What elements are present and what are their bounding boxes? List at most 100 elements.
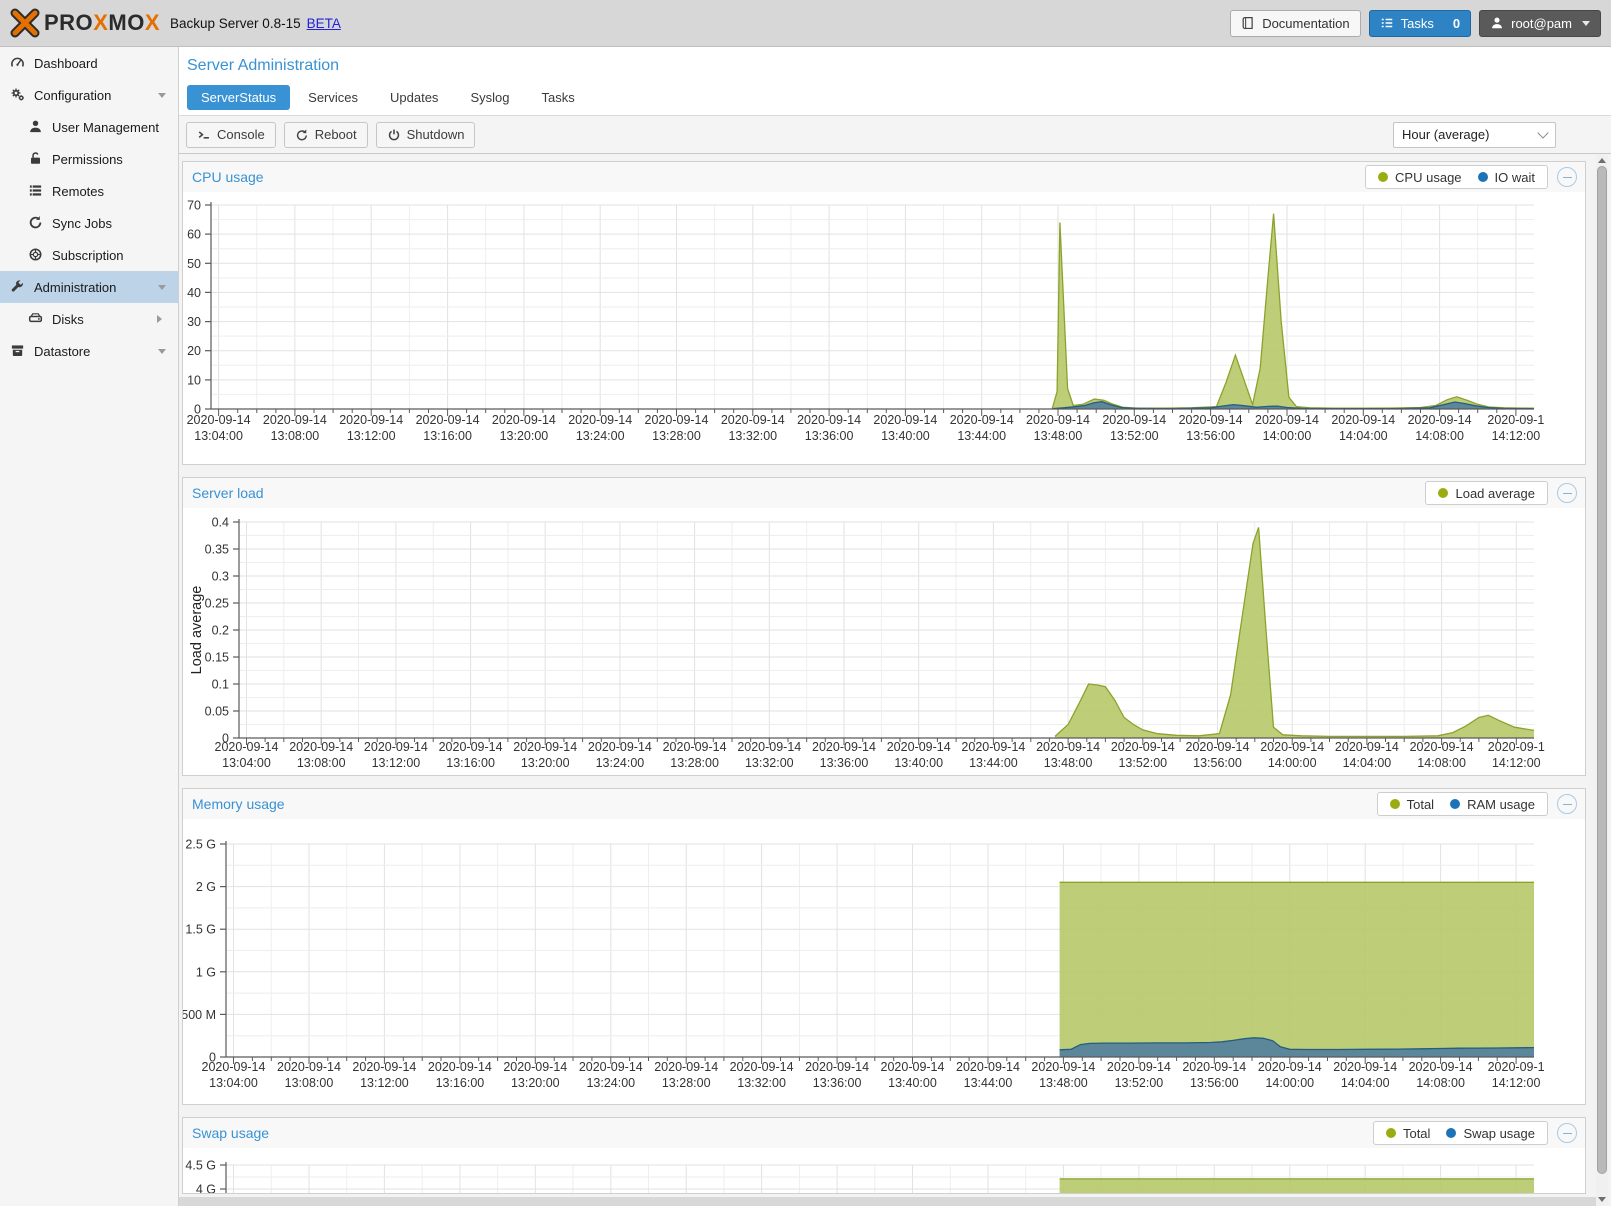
svg-text:0.3: 0.3: [212, 570, 229, 584]
svg-text:2020-09-1413:08:00: 2020-09-1413:08:00: [277, 1060, 341, 1090]
svg-text:2020-09-1413:36:00: 2020-09-1413:36:00: [812, 740, 876, 770]
svg-text:2020-09-1413:12:00: 2020-09-1413:12:00: [364, 740, 428, 770]
panel-body: 0500 M1 G1.5 G2 G2.5 G3 G3.5 G4 G4.5 G20…: [183, 1148, 1585, 1194]
sidebar-item-remotes[interactable]: Remotes: [0, 175, 178, 207]
svg-text:2020-09-1413:52:00: 2020-09-1413:52:00: [1107, 1060, 1171, 1090]
svg-text:2020-09-1413:56:00: 2020-09-1413:56:00: [1186, 740, 1250, 770]
scrollbar-thumb[interactable]: [1597, 166, 1607, 1174]
chevron-down-icon: [1582, 21, 1590, 30]
svg-text:2020-09-1413:20:00: 2020-09-1413:20:00: [503, 1060, 567, 1090]
legend-item-total: Total: [1386, 1126, 1430, 1141]
svg-text:2020-09-1413:08:00: 2020-09-1413:08:00: [263, 413, 327, 443]
vertical-scrollbar[interactable]: [1596, 154, 1608, 1206]
sidebar-item-disks[interactable]: Disks: [0, 303, 178, 335]
sidebar-item-user-management[interactable]: User Management: [0, 111, 178, 143]
collapse-panel-button[interactable]: [1557, 483, 1577, 503]
chevron-down-icon: [158, 93, 166, 102]
chart-legend: Total RAM usage: [1377, 792, 1548, 816]
svg-text:2020-09-1413:04:00: 2020-09-1413:04:00: [187, 413, 251, 443]
tab-services[interactable]: Services: [294, 85, 372, 110]
minus-icon: [1563, 493, 1572, 494]
user-icon: [28, 119, 44, 135]
user-menu-button[interactable]: root@pam: [1479, 10, 1601, 37]
shutdown-button[interactable]: Shutdown: [376, 122, 476, 148]
sidebar-item-subscription[interactable]: Subscription: [0, 239, 178, 271]
app-header: PROXMOX Backup Server 0.8-15 BETA Docume…: [0, 0, 1611, 47]
tab-syslog[interactable]: Syslog: [456, 85, 523, 110]
legend-dot-icon: [1390, 799, 1400, 809]
tab-serverstatus[interactable]: ServerStatus: [187, 85, 290, 110]
series-area-load-average: [1055, 527, 1534, 738]
reboot-button[interactable]: Reboot: [284, 122, 368, 148]
svg-text:0.4: 0.4: [212, 516, 229, 530]
toolbar-button-label: Reboot: [315, 127, 357, 142]
beta-link[interactable]: BETA: [307, 16, 341, 31]
disk-icon: [28, 311, 44, 327]
series-line-load-average: [1055, 527, 1534, 736]
sidebar-item-label: Disks: [52, 312, 84, 327]
svg-text:10: 10: [187, 373, 201, 387]
panel-header-load: Server load Load average: [183, 478, 1585, 508]
sidebar-item-label: Permissions: [52, 152, 123, 167]
sidebar-item-label: User Management: [52, 120, 159, 135]
svg-text:2020-09-1413:32:00: 2020-09-1413:32:00: [737, 740, 801, 770]
toolbar: Console Reboot Shutdown Hour (average): [179, 115, 1611, 154]
power-icon: [387, 128, 401, 142]
tab-tasks[interactable]: Tasks: [527, 85, 588, 110]
tasks-button[interactable]: Tasks 0: [1369, 10, 1471, 37]
minus-icon: [1563, 1133, 1572, 1134]
legend-dot-icon: [1386, 1128, 1396, 1138]
scroll-up-arrow-icon[interactable]: [1596, 154, 1608, 166]
datastore-icon: [10, 343, 26, 359]
sidebar-item-datastore[interactable]: Datastore: [0, 335, 178, 367]
collapse-panel-button[interactable]: [1557, 794, 1577, 814]
tab-updates[interactable]: Updates: [376, 85, 452, 110]
sidebar-item-dashboard[interactable]: Dashboard: [0, 47, 178, 79]
sidebar-item-permissions[interactable]: Permissions: [0, 143, 178, 175]
sidebar-item-administration[interactable]: Administration: [0, 271, 178, 303]
user-icon: [1490, 16, 1504, 30]
sidebar-item-configuration[interactable]: Configuration: [0, 79, 178, 111]
username-label: root@pam: [1511, 16, 1572, 31]
legend-dot-icon: [1378, 172, 1388, 182]
logo-wordmark: PROXMOX: [44, 10, 160, 36]
svg-text:2.5 G: 2.5 G: [185, 838, 216, 852]
tasks-count-badge: 0: [1453, 16, 1460, 31]
scroll-down-arrow-icon[interactable]: [1596, 1194, 1608, 1206]
sync-icon: [28, 215, 44, 231]
panel-title: CPU usage: [192, 169, 264, 185]
collapse-panel-button[interactable]: [1557, 167, 1577, 187]
svg-text:1.5 G: 1.5 G: [185, 923, 216, 937]
svg-text:40: 40: [187, 286, 201, 300]
chart-load: 00.050.10.150.20.250.30.350.42020-09-141…: [183, 508, 1585, 776]
documentation-label: Documentation: [1262, 16, 1349, 31]
timeframe-select[interactable]: Hour (average): [1393, 122, 1556, 148]
svg-text:2020-09-1414:00:00: 2020-09-1414:00:00: [1260, 740, 1324, 770]
logo-letter: X: [145, 10, 160, 35]
panel-title: Memory usage: [192, 796, 285, 812]
svg-text:2020-09-1413:32:00: 2020-09-1413:32:00: [721, 413, 785, 443]
collapse-panel-button[interactable]: [1557, 1123, 1577, 1143]
chart-cpu: 0102030405060702020-09-1413:04:002020-09…: [183, 192, 1585, 465]
page-title: Server Administration: [179, 47, 1611, 85]
legend-dot-icon: [1478, 172, 1488, 182]
sidebar-item-sync-jobs[interactable]: Sync Jobs: [0, 207, 178, 239]
chevron-down-icon: [158, 349, 166, 358]
minus-icon: [1563, 177, 1572, 178]
svg-text:50: 50: [187, 257, 201, 271]
panel-memory: Memory usage Total RAM usage 0500 M1 G1.…: [182, 788, 1586, 1105]
documentation-button[interactable]: Documentation: [1230, 10, 1360, 37]
svg-text:4.5 G: 4.5 G: [185, 1159, 216, 1173]
svg-text:2020-09-114:12:00: 2020-09-114:12:00: [1488, 1060, 1545, 1090]
panel-body: 0102030405060702020-09-1413:04:002020-09…: [183, 192, 1585, 465]
svg-text:2020-09-1414:04:00: 2020-09-1414:04:00: [1331, 413, 1395, 443]
svg-text:2020-09-1414:00:00: 2020-09-1414:00:00: [1255, 413, 1319, 443]
console-button[interactable]: Console: [186, 122, 276, 148]
book-icon: [1241, 16, 1255, 30]
svg-text:0.1: 0.1: [212, 678, 229, 692]
svg-text:2020-09-1414:08:00: 2020-09-1414:08:00: [1410, 740, 1474, 770]
proxmox-logo: PROXMOX: [10, 8, 160, 38]
svg-text:2020-09-1413:04:00: 2020-09-1413:04:00: [202, 1060, 266, 1090]
y-axis-title: Load average: [189, 586, 205, 675]
svg-text:2020-09-1413:36:00: 2020-09-1413:36:00: [805, 1060, 869, 1090]
